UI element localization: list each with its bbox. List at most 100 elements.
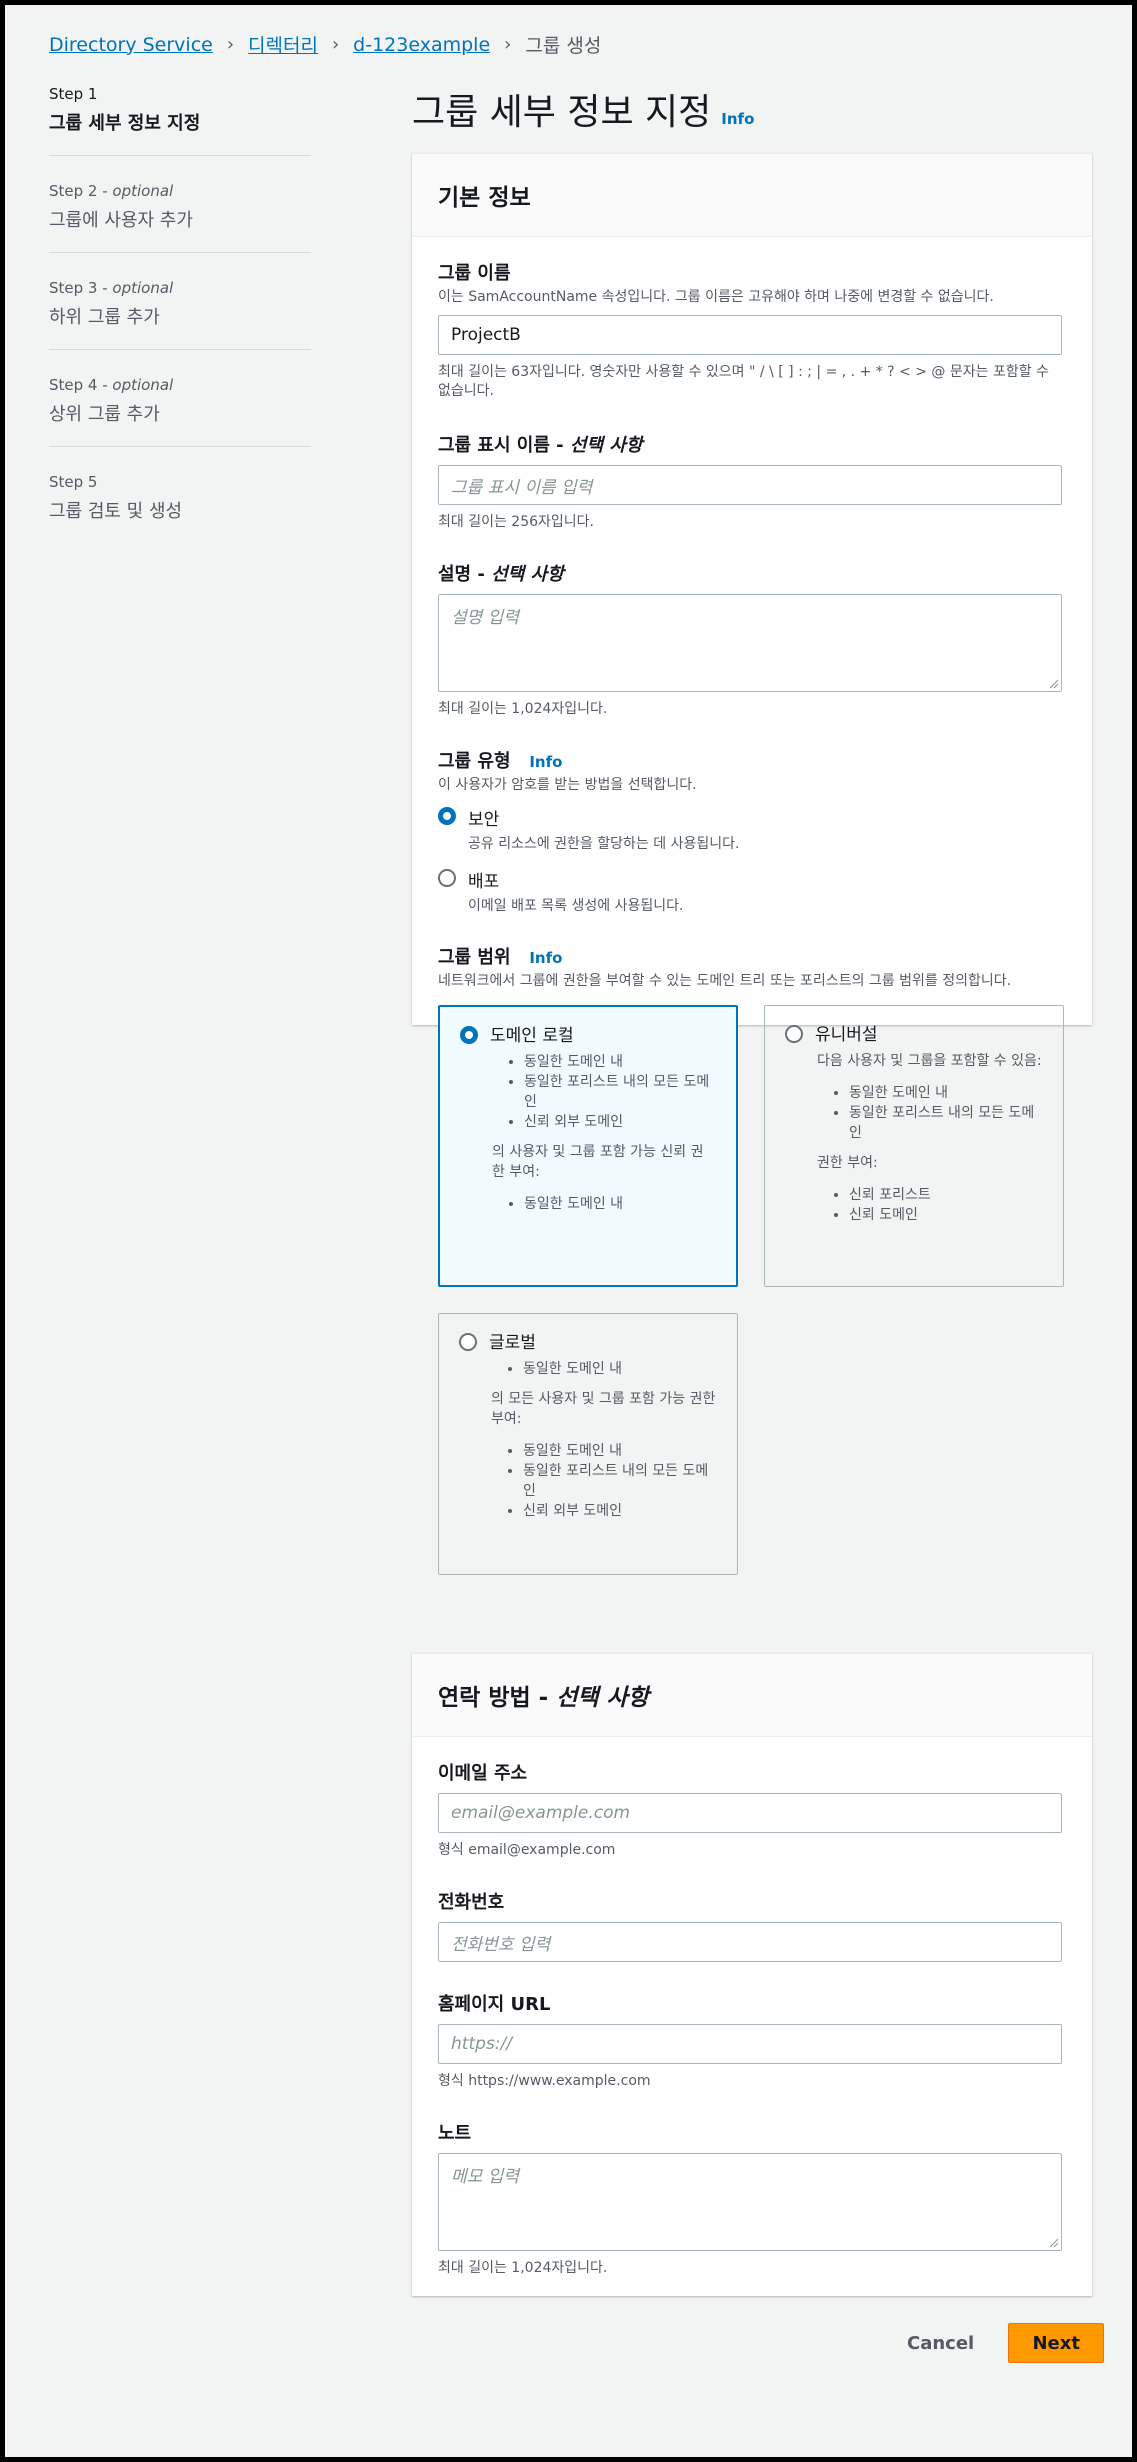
field-hint: 형식 email@example.com	[438, 1842, 616, 1858]
chevron-right-icon: ›	[226, 34, 235, 55]
phone-input[interactable]: 전화번호 입력	[438, 1922, 1062, 1962]
info-link[interactable]: Info	[529, 753, 562, 771]
panel-header: 기본 정보	[412, 154, 1092, 237]
list-item: 동일한 도메인 내	[523, 1441, 717, 1461]
field-label: 그룹 이름	[438, 263, 511, 284]
step-name: 상위 그룹 추가	[49, 404, 160, 425]
field-hint: 최대 길이는 256자입니다.	[438, 514, 594, 530]
basic-info-panel: 기본 정보 그룹 이름 이는 SamAccountName 속성입니다. 그룹 …	[412, 153, 1092, 1575]
breadcrumb-directory-service[interactable]: Directory Service	[49, 34, 213, 56]
display-name-input[interactable]: 그룹 표시 이름 입력	[438, 465, 1062, 505]
tile-text: 의 사용자 및 그룹 포함 가능 신뢰 권한 부여:	[492, 1144, 704, 1180]
step-4[interactable]: Step 4 - optional 상위 그룹 추가	[49, 376, 311, 447]
radio-description: 공유 리소스에 권한을 할당하는 데 사용됩니다.	[468, 836, 740, 852]
email-input[interactable]: email@example.com	[438, 1793, 1062, 1833]
step-1: Step 1 그룹 세부 정보 지정	[49, 85, 311, 156]
tile-list: 동일한 도메인 내	[459, 1359, 717, 1379]
tile-header: 도메인 로컬	[460, 1021, 716, 1046]
breadcrumb-directory-id[interactable]: d-123example	[353, 34, 490, 56]
list-item: 동일한 포리스트 내의 모든 도메인	[524, 1072, 716, 1112]
info-link[interactable]: Info	[721, 110, 754, 128]
page-title: 그룹 세부 정보 지정 Info	[412, 83, 754, 135]
chevron-right-icon: ›	[504, 34, 512, 55]
notes-textarea[interactable]: 메모 입력	[438, 2153, 1062, 2251]
radio-label: 배포	[468, 872, 500, 892]
info-link[interactable]: Info	[529, 949, 562, 967]
textarea-placeholder: 설명 입력	[451, 608, 519, 628]
step-name: 그룹 세부 정보 지정	[49, 113, 201, 134]
step-name: 그룹 검토 및 생성	[49, 501, 183, 522]
group-type-field: 그룹 유형 Info 이 사용자가 암호를 받는 방법을 선택합니다. 보안 공…	[438, 747, 1066, 915]
list-item: 동일한 도메인 내	[523, 1359, 717, 1379]
resize-grip-icon[interactable]	[1049, 679, 1059, 689]
step-3[interactable]: Step 3 - optional 하위 그룹 추가	[49, 279, 311, 350]
step-number: Step 4 - optional	[49, 376, 174, 394]
tile-header: 글로벌	[459, 1328, 717, 1353]
tile-list: 동일한 도메인 내 동일한 포리스트 내의 모든 도메인 신뢰 외부 도메인	[460, 1052, 716, 1132]
tile-title: 글로벌	[489, 1333, 536, 1353]
radio-unselected-icon[interactable]	[438, 869, 456, 887]
field-label: 이메일 주소	[438, 1763, 528, 1784]
tile-global[interactable]: 글로벌 동일한 도메인 내 의 모든 사용자 및 그룹 포함 가능 권한 부여:…	[438, 1313, 738, 1575]
field-label: 그룹 유형 Info	[438, 751, 563, 772]
list-item: 신뢰 외부 도메인	[524, 1112, 716, 1132]
page-title-text: 그룹 세부 정보 지정	[412, 92, 712, 133]
page-frame: Directory Service › 디렉터리 › d-123example …	[5, 5, 1132, 2457]
cancel-button[interactable]: Cancel	[901, 2332, 980, 2355]
notes-field: 노트 메모 입력 최대 길이는 1,024자입니다.	[438, 2119, 1066, 2278]
radio-distribution[interactable]: 배포 이메일 배포 목록 생성에 사용됩니다.	[438, 867, 1066, 915]
tile-list: 동일한 도메인 내 동일한 포리스트 내의 모든 도메인 신뢰 외부 도메인	[459, 1441, 717, 1521]
tile-universal[interactable]: 유니버설 다음 사용자 및 그룹을 포함할 수 있음: 동일한 도메인 내 동일…	[764, 1005, 1064, 1287]
field-description: 네트워크에서 그룹에 권한을 부여할 수 있는 도메인 트리 또는 포리스트의 …	[438, 973, 1012, 989]
wizard-steps: Step 1 그룹 세부 정보 지정 Step 2 - optional 그룹에…	[49, 85, 311, 569]
list-item: 동일한 도메인 내	[524, 1194, 716, 1214]
field-label: 그룹 범위 Info	[438, 947, 563, 968]
description-textarea[interactable]: 설명 입력	[438, 594, 1062, 692]
tile-title: 도메인 로컬	[490, 1026, 574, 1046]
field-label: 설명 - 선택 사항	[438, 564, 564, 585]
step-number: Step 2 - optional	[49, 182, 174, 200]
tile-intro: 다음 사용자 및 그룹을 포함할 수 있음:	[817, 1053, 1042, 1069]
field-label: 노트	[438, 2123, 472, 2144]
next-button[interactable]: Next	[1008, 2323, 1105, 2363]
contact-panel: 연락 방법 - 선택 사항 이메일 주소 email@example.com 형…	[412, 1653, 1092, 2296]
radio-unselected-icon[interactable]	[459, 1332, 477, 1351]
step-2[interactable]: Step 2 - optional 그룹에 사용자 추가	[49, 182, 311, 253]
list-item: 신뢰 외부 도메인	[523, 1501, 717, 1521]
breadcrumb-current: 그룹 생성	[525, 35, 602, 57]
step-5[interactable]: Step 5 그룹 검토 및 생성	[49, 473, 311, 543]
list-item: 동일한 도메인 내	[849, 1083, 1043, 1103]
list-item: 신뢰 포리스트	[849, 1185, 1043, 1205]
group-name-input[interactable]: ProjectB	[438, 315, 1062, 355]
group-scope-field: 그룹 범위 Info 네트워크에서 그룹에 권한을 부여할 수 있는 도메인 트…	[438, 943, 1066, 1575]
step-number: Step 3 - optional	[49, 279, 174, 297]
radio-unselected-icon[interactable]	[785, 1024, 803, 1043]
description-field: 설명 - 선택 사항 설명 입력 최대 길이는 1,024자입니다.	[438, 560, 1066, 719]
homepage-input[interactable]: https://	[438, 2024, 1062, 2064]
field-description: 이는 SamAccountName 속성입니다. 그룹 이름은 고유해야 하며 …	[438, 289, 994, 305]
tile-text: 의 모든 사용자 및 그룹 포함 가능 권한 부여:	[491, 1391, 716, 1427]
list-item: 동일한 포리스트 내의 모든 도메인	[849, 1103, 1043, 1143]
scope-tiles: 도메인 로컬 동일한 도메인 내 동일한 포리스트 내의 모든 도메인 신뢰 외…	[438, 1005, 1066, 1575]
breadcrumb-directories[interactable]: 디렉터리	[248, 31, 318, 58]
resize-grip-icon[interactable]	[1049, 2238, 1059, 2248]
field-hint: 최대 길이는 63자입니다. 영숫자만 사용할 수 있으며 " / \ [ ] …	[438, 364, 1049, 399]
textarea-placeholder: 메모 입력	[451, 2167, 519, 2187]
homepage-field: 홈페이지 URL https:// 형식 https://www.example…	[438, 1990, 1066, 2091]
tile-list: 동일한 도메인 내	[460, 1194, 716, 1214]
list-item: 동일한 도메인 내	[524, 1052, 716, 1072]
tile-title: 유니버설	[815, 1025, 878, 1045]
list-item: 신뢰 도메인	[849, 1205, 1043, 1225]
radio-label: 보안	[468, 810, 500, 830]
tile-list: 동일한 도메인 내 동일한 포리스트 내의 모든 도메인	[785, 1083, 1043, 1143]
field-description: 이 사용자가 암호를 받는 방법을 선택합니다.	[438, 777, 697, 793]
wizard-footer: Cancel Next	[901, 2323, 1105, 2363]
radio-security[interactable]: 보안 공유 리소스에 권한을 할당하는 데 사용됩니다.	[438, 805, 1066, 853]
radio-selected-icon[interactable]	[460, 1025, 478, 1044]
tile-domain-local[interactable]: 도메인 로컬 동일한 도메인 내 동일한 포리스트 내의 모든 도메인 신뢰 외…	[438, 1005, 738, 1287]
radio-selected-icon[interactable]	[438, 807, 456, 825]
email-field: 이메일 주소 email@example.com 형식 email@exampl…	[438, 1759, 1066, 1860]
phone-field: 전화번호 전화번호 입력	[438, 1888, 1066, 1962]
tile-list: 신뢰 포리스트 신뢰 도메인	[785, 1185, 1043, 1225]
breadcrumb: Directory Service › 디렉터리 › d-123example …	[49, 31, 601, 58]
